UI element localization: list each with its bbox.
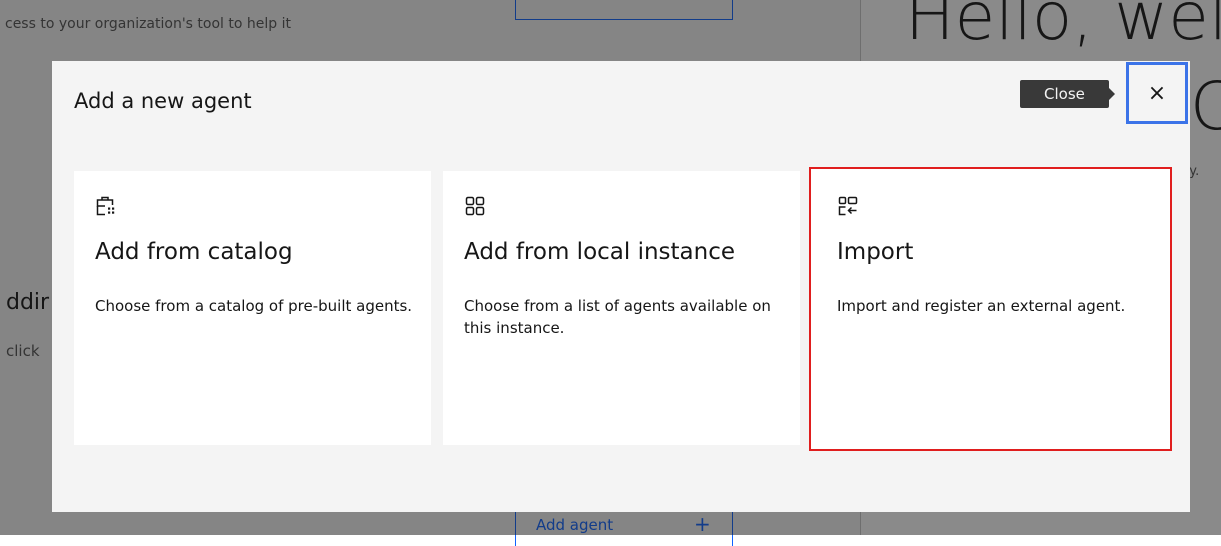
grid-icon [465,196,485,216]
card-title: Add from local instance [464,239,736,265]
card-title: Add from catalog [95,239,293,265]
add-from-local-instance-card[interactable]: Add from local instance Choose from a li… [443,171,800,445]
modal-title: Add a new agent [74,89,252,113]
catalog-icon [96,196,115,216]
close-tooltip: Close [1020,80,1115,108]
add-agent-modal: Add a new agent Close × Add from catalog… [52,61,1190,512]
import-icon [838,196,858,216]
close-button[interactable]: × [1126,62,1188,124]
card-title: Import [837,239,914,265]
import-card[interactable]: Import Import and register an external a… [809,167,1172,451]
add-from-catalog-card[interactable]: Add from catalog Choose from a catalog o… [74,171,431,445]
close-tooltip-label: Close [1044,85,1085,103]
close-icon: × [1147,80,1167,106]
card-description: Choose from a list of agents available o… [464,297,771,337]
card-description: Import and register an external agent. [837,297,1126,315]
card-description: Choose from a catalog of pre-built agent… [95,297,413,315]
